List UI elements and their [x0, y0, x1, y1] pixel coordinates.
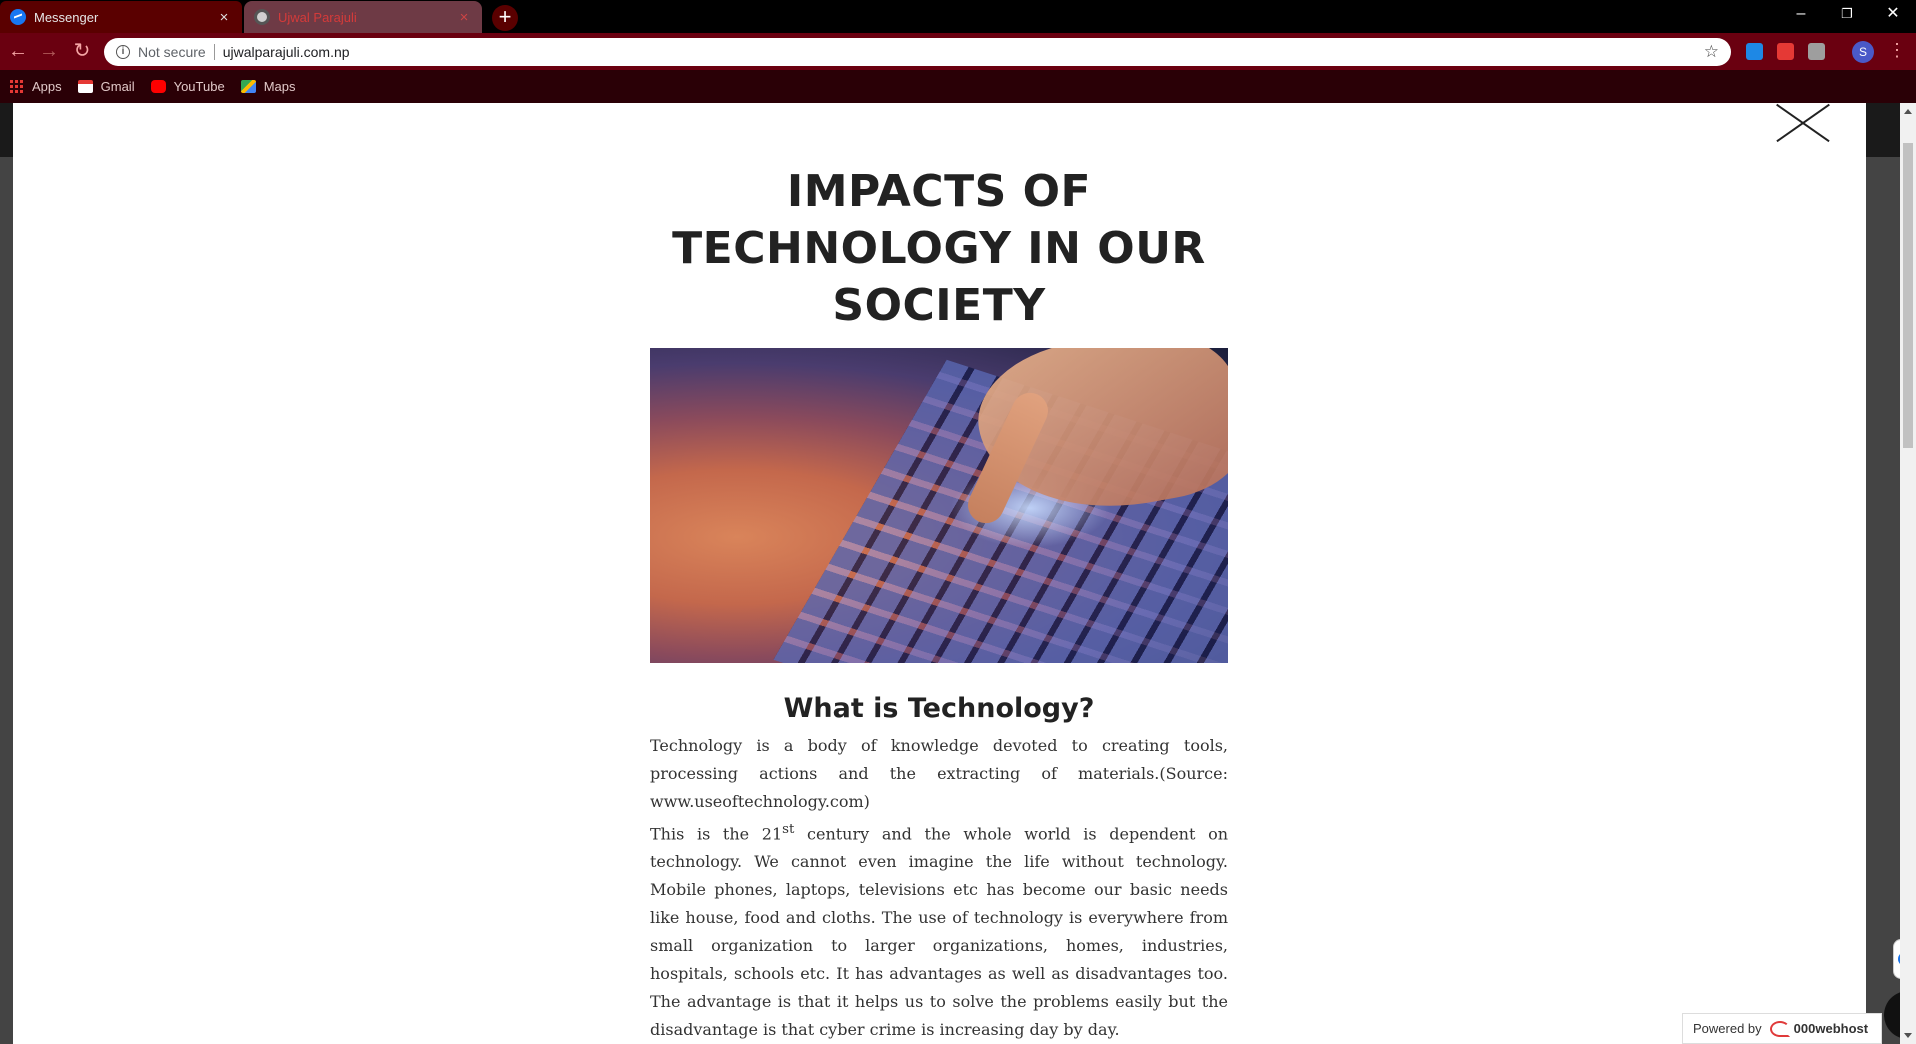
- article-modal: IMPACTS OF TECHNOLOGY IN OUR SOCIETY Wha…: [13, 103, 1866, 1044]
- scrollbar-thumb[interactable]: [1903, 143, 1913, 448]
- bookmark-label: YouTube: [173, 79, 225, 94]
- info-icon[interactable]: i: [116, 45, 130, 59]
- messenger-icon: [10, 9, 26, 25]
- menu-icon[interactable]: ⋮: [1888, 40, 1906, 60]
- close-modal-icon[interactable]: [1773, 103, 1829, 143]
- paragraph-definition: Technology is a body of knowledge devote…: [650, 736, 1228, 811]
- divider: [213, 44, 215, 60]
- back-button[interactable]: ←: [6, 39, 30, 63]
- tab-strip: Messenger × Ujwal Parajuli × + – ❐ ✕: [0, 0, 1916, 33]
- bookmark-star-icon[interactable]: ☆: [1704, 42, 1719, 62]
- extension-icon[interactable]: [1808, 43, 1825, 60]
- scroll-down-icon[interactable]: [1904, 1033, 1912, 1038]
- article-title: IMPACTS OF TECHNOLOGY IN OUR SOCIETY: [672, 166, 1206, 331]
- tab-ujwal-parajuli[interactable]: Ujwal Parajuli ×: [244, 1, 482, 33]
- scroll-up-icon[interactable]: [1904, 109, 1912, 114]
- brand-name: 000webhost: [1793, 1021, 1869, 1036]
- security-label: Not secure: [138, 44, 206, 60]
- bookmark-apps[interactable]: Apps: [10, 79, 62, 94]
- bookmark-youtube[interactable]: YouTube: [150, 79, 225, 94]
- teamviewer-widget-icon[interactable]: [1893, 939, 1900, 979]
- url-text[interactable]: ujwalparajuli.com.np: [223, 44, 350, 60]
- bookmark-label: Gmail: [100, 79, 135, 94]
- forward-button[interactable]: →: [37, 39, 61, 63]
- bookmarks-bar: Apps Gmail YouTube Maps: [0, 70, 1916, 103]
- bookmark-gmail[interactable]: Gmail: [77, 79, 135, 94]
- powered-by-label: Powered by: [1693, 1021, 1762, 1036]
- close-window-button[interactable]: ✕: [1870, 0, 1916, 30]
- page-scrollbar[interactable]: [1900, 103, 1916, 1044]
- tab-title: Messenger: [34, 9, 99, 25]
- globe-icon: [254, 9, 270, 25]
- maps-icon: [240, 80, 256, 93]
- webhost-logo-icon: [1769, 1020, 1790, 1037]
- extension-icon[interactable]: [1746, 43, 1763, 60]
- gmail-icon: [77, 80, 93, 93]
- new-tab-button[interactable]: +: [492, 5, 518, 31]
- profile-avatar[interactable]: S: [1852, 41, 1874, 63]
- article: IMPACTS OF TECHNOLOGY IN OUR SOCIETY Wha…: [650, 163, 1228, 1044]
- browser-toolbar: ← → ↻ i Not secure ujwalparajuli.com.np …: [0, 33, 1916, 70]
- bookmark-maps[interactable]: Maps: [240, 79, 296, 94]
- tab-close-icon[interactable]: ×: [456, 9, 472, 26]
- bookmark-label: Apps: [32, 79, 62, 94]
- superscript: st: [782, 822, 795, 837]
- reload-button[interactable]: ↻: [70, 39, 94, 63]
- pocket-icon[interactable]: [1777, 43, 1794, 60]
- bookmark-label: Maps: [263, 79, 296, 94]
- page-viewport: IMPACTS OF TECHNOLOGY IN OUR SOCIETY Wha…: [0, 103, 1900, 1044]
- text: This is the 21: [650, 824, 783, 844]
- restore-button[interactable]: ❐: [1824, 0, 1870, 30]
- minimize-button[interactable]: –: [1778, 0, 1824, 30]
- tab-messenger[interactable]: Messenger ×: [0, 1, 242, 33]
- apps-grid-icon: [10, 79, 24, 94]
- tab-title: Ujwal Parajuli: [278, 9, 357, 25]
- text: century and the whole world is dependent…: [650, 824, 1229, 1040]
- hero-image: [650, 348, 1228, 663]
- paragraph-body: This is the 21st century and the whole w…: [650, 816, 1228, 1044]
- youtube-icon: [150, 80, 166, 93]
- address-bar[interactable]: i Not secure ujwalparajuli.com.np ☆: [104, 38, 1731, 66]
- scroll-to-top-button[interactable]: ⌃: [1884, 991, 1900, 1039]
- tab-close-icon[interactable]: ×: [216, 9, 232, 26]
- section-heading: What is Technology?: [783, 693, 1095, 724]
- powered-by-badge[interactable]: Powered by 000webhost: [1682, 1013, 1882, 1044]
